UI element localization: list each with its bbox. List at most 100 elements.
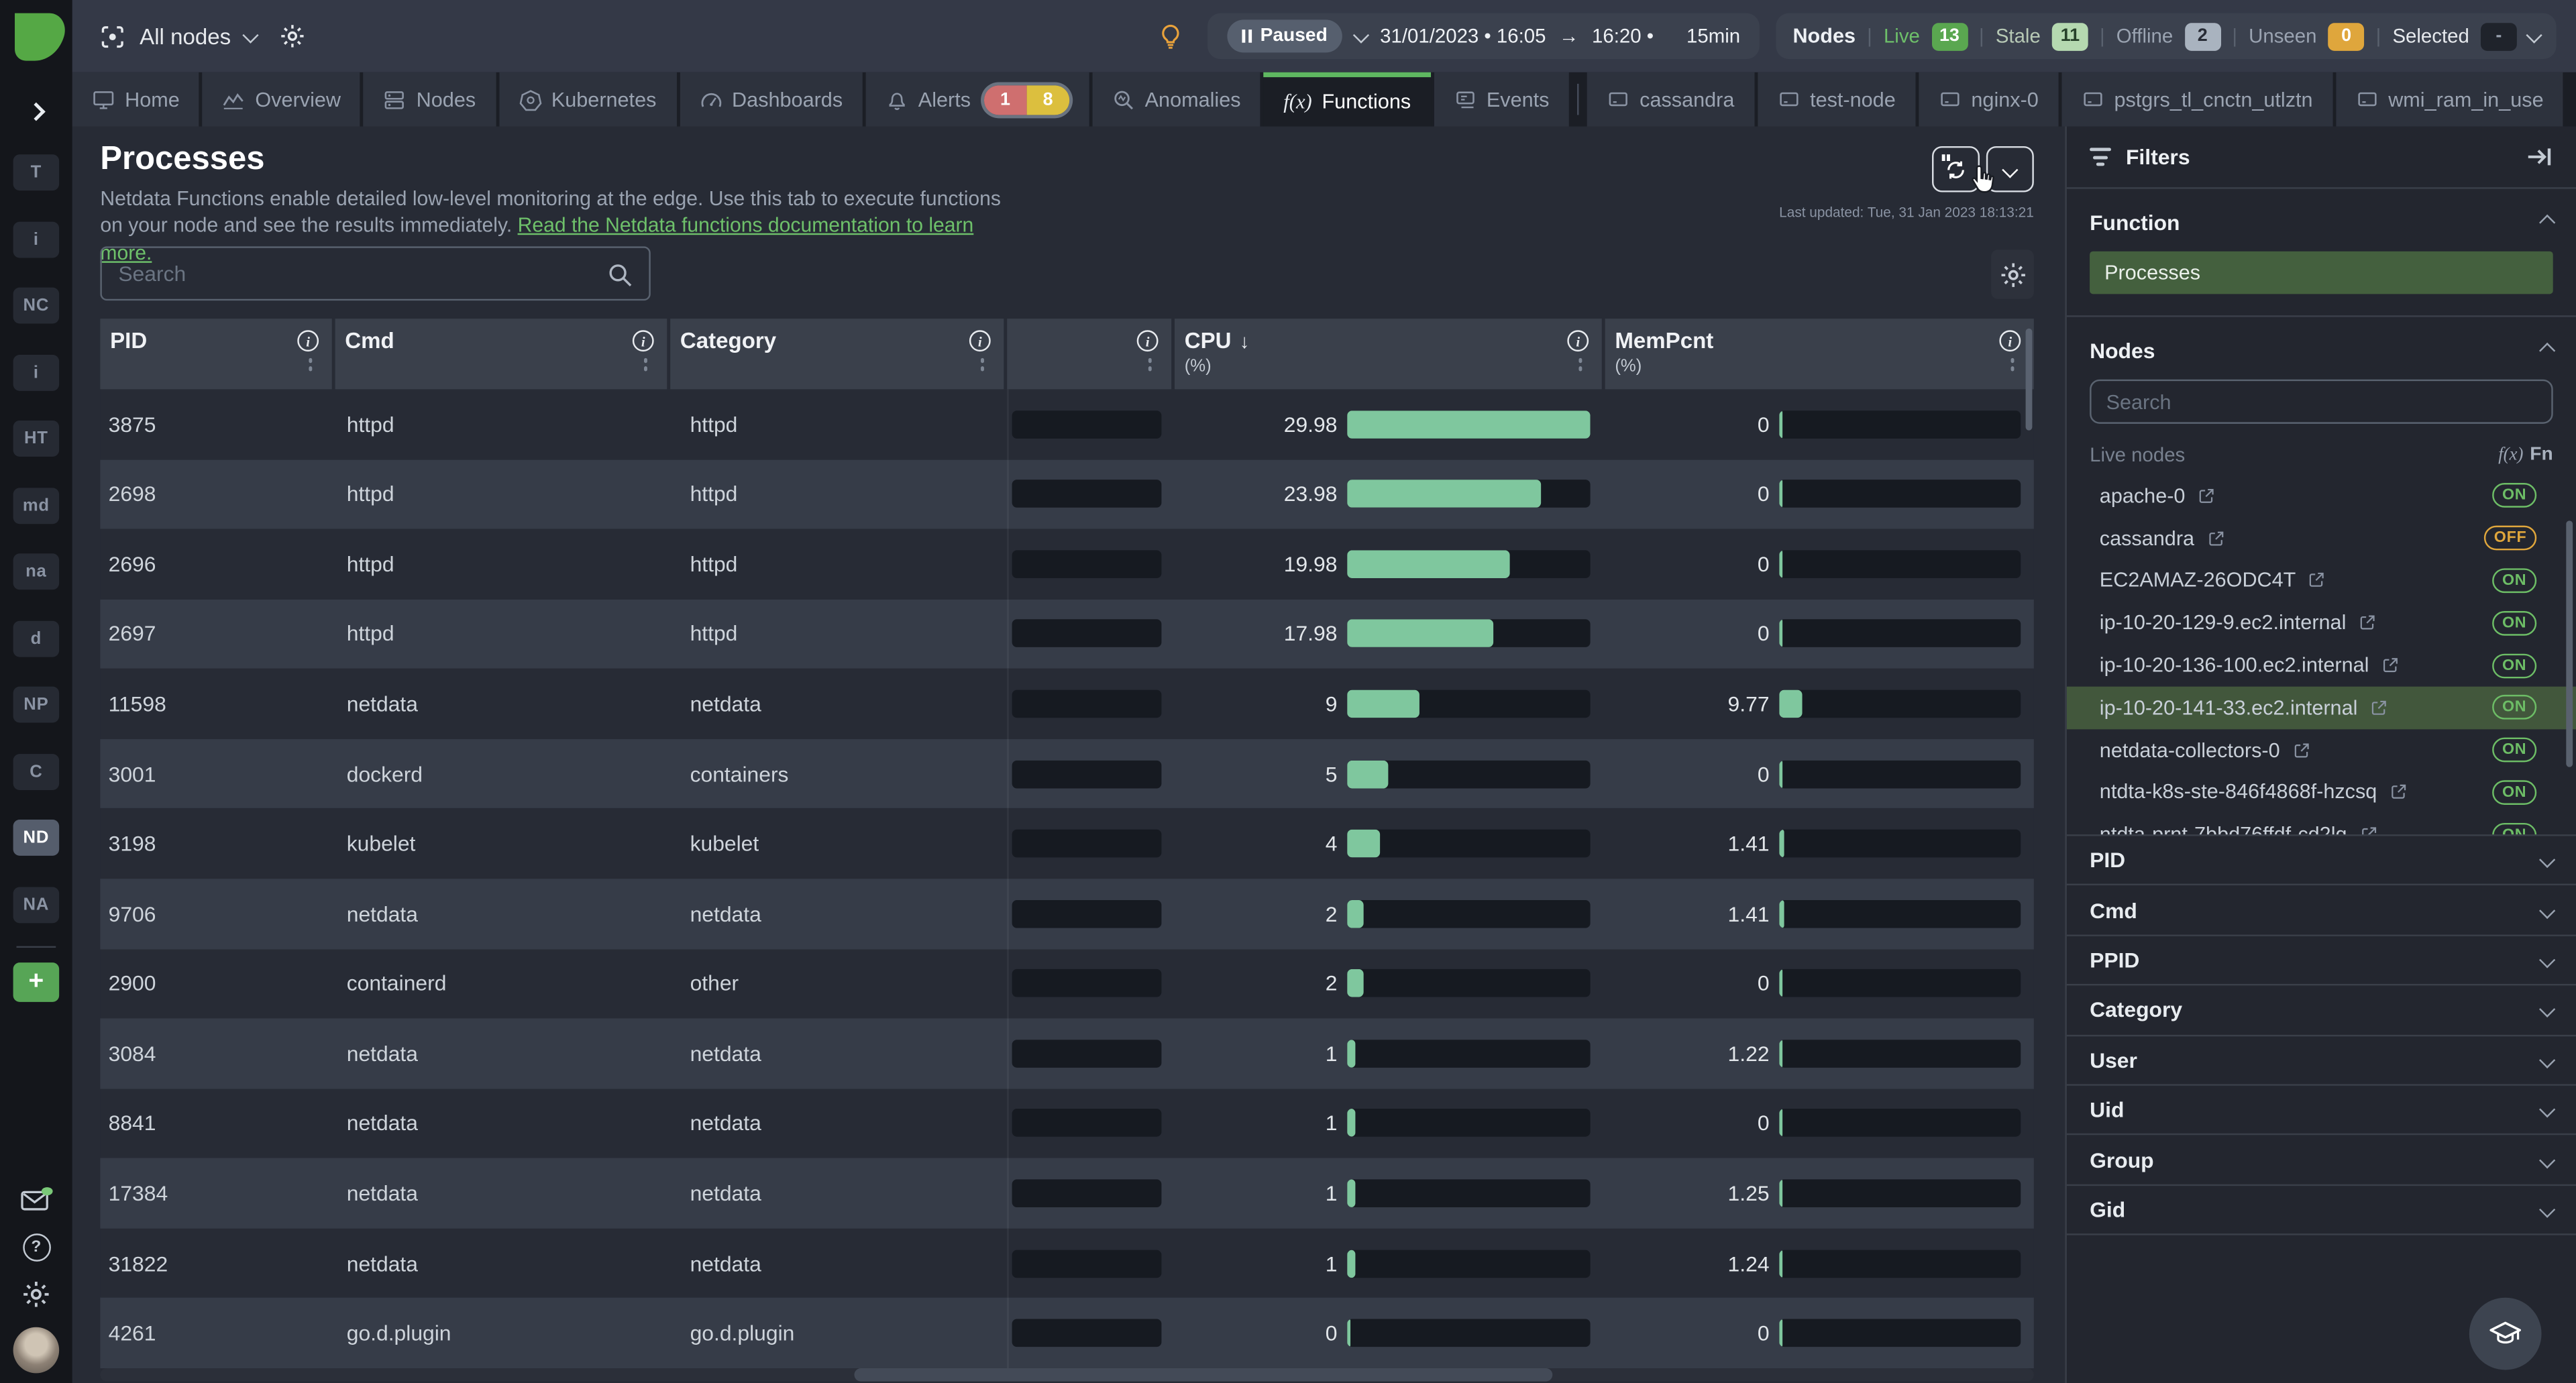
external-link-icon[interactable] bbox=[2206, 529, 2225, 548]
column-header-mempcnt[interactable]: MemPcnt (%) i bbox=[1605, 319, 2034, 389]
fn-state-pill[interactable]: ON bbox=[2492, 610, 2536, 635]
add-space-button[interactable]: + bbox=[13, 962, 60, 1001]
table-row[interactable]: 8841netdatanetdata10 bbox=[100, 1089, 2033, 1158]
node-filter-item[interactable]: ip-10-20-141-33.ec2.internalON bbox=[2067, 687, 2576, 729]
table-row[interactable]: 3001dockerdcontainers50 bbox=[100, 739, 2033, 809]
workspace-nc-2[interactable]: NC bbox=[13, 288, 60, 324]
table-row[interactable]: 2697httpdhttpd17.980 bbox=[100, 599, 2033, 669]
fn-state-pill[interactable]: ON bbox=[2492, 696, 2536, 720]
tab-pstgrs-tl-cnctn-utlztn[interactable]: pstgrs_tl_cnctn_utlztn bbox=[2061, 72, 2332, 127]
tab-alerts[interactable]: Alerts18 bbox=[865, 72, 1089, 127]
node-filter-item[interactable]: ntdta-k8s-ste-846f4868f-hzcsqON bbox=[2067, 771, 2576, 814]
external-link-icon[interactable] bbox=[2197, 486, 2216, 506]
user-avatar[interactable] bbox=[13, 1327, 60, 1374]
table-row[interactable]: 3198kubeletkubelet41.41 bbox=[100, 809, 2033, 879]
accordion-category[interactable]: Category bbox=[2067, 986, 2576, 1036]
workspace-i-1[interactable]: i bbox=[13, 221, 60, 257]
column-menu-icon[interactable] bbox=[1578, 358, 1582, 370]
column-header-pid[interactable]: PID i bbox=[100, 319, 335, 389]
column-header-clipped[interactable]: i bbox=[1007, 319, 1175, 389]
table-row[interactable]: 2900containerdother20 bbox=[100, 948, 2033, 1018]
sidebar-expand-icon[interactable] bbox=[30, 97, 43, 126]
info-icon[interactable]: i bbox=[297, 330, 319, 351]
table-row[interactable]: 2698httpdhttpd23.980 bbox=[100, 459, 2033, 529]
nodes-search-input[interactable] bbox=[2092, 381, 2552, 422]
accordion-gid[interactable]: Gid bbox=[2067, 1186, 2576, 1235]
table-row[interactable]: 3084netdatanetdata11.22 bbox=[100, 1019, 2033, 1089]
play-state-pill[interactable]: Paused bbox=[1228, 19, 1342, 52]
fn-state-pill[interactable]: ON bbox=[2492, 568, 2536, 593]
time-range-picker[interactable]: Paused 31/01/2023 • 16:05 → 16:20 • 15mi… bbox=[1208, 13, 1760, 60]
vertical-scrollbar[interactable] bbox=[2026, 329, 2033, 431]
column-menu-icon[interactable] bbox=[980, 358, 984, 370]
settings-gear-icon[interactable] bbox=[21, 1280, 51, 1309]
workspace-md-5[interactable]: md bbox=[13, 487, 60, 523]
fn-state-pill[interactable]: ON bbox=[2492, 653, 2536, 678]
table-row[interactable]: 31822netdatanetdata11.24 bbox=[100, 1228, 2033, 1298]
chevron-down-icon[interactable] bbox=[2526, 26, 2542, 42]
tab-nginx-0[interactable]: nginx-0 bbox=[1919, 72, 2058, 127]
accordion-pid[interactable]: PID bbox=[2067, 836, 2576, 886]
column-menu-icon[interactable] bbox=[1148, 358, 1152, 370]
accordion-user[interactable]: User bbox=[2067, 1036, 2576, 1085]
horizontal-scrollbar-thumb[interactable] bbox=[854, 1368, 1552, 1382]
column-menu-icon[interactable] bbox=[308, 358, 312, 370]
horizontal-scrollbar-track[interactable] bbox=[100, 1368, 2033, 1382]
nodes-summary[interactable]: Nodes | Live 13 | Stale 11 | Offline 2 |… bbox=[1776, 13, 2557, 60]
tab-nodes[interactable]: Nodes bbox=[364, 72, 495, 127]
tab-overview[interactable]: Overview bbox=[203, 72, 360, 127]
learn-button[interactable] bbox=[2469, 1298, 2542, 1370]
workspace-ht-4[interactable]: HT bbox=[13, 421, 60, 457]
workspace-t-0[interactable]: T bbox=[13, 154, 60, 190]
news-bulb-icon[interactable] bbox=[1157, 22, 1185, 50]
table-row[interactable]: 3875httpdhttpd29.980 bbox=[100, 389, 2033, 459]
help-icon[interactable]: ? bbox=[22, 1233, 50, 1262]
node-filter-item[interactable]: netdata-collectors-0ON bbox=[2067, 729, 2576, 771]
external-link-icon[interactable] bbox=[2358, 613, 2377, 632]
collapse-panel-icon[interactable] bbox=[2525, 143, 2553, 171]
node-list-scrollbar[interactable] bbox=[2566, 520, 2573, 767]
tab-kubernetes[interactable]: Kubernetes bbox=[498, 72, 676, 127]
external-link-icon[interactable] bbox=[2381, 655, 2400, 675]
external-link-icon[interactable] bbox=[2388, 783, 2408, 802]
nodes-section-header[interactable]: Nodes bbox=[2067, 317, 2576, 364]
fn-state-pill[interactable]: ON bbox=[2492, 484, 2536, 508]
external-link-icon[interactable] bbox=[2292, 740, 2311, 760]
table-row[interactable]: 9706netdatanetdata21.41 bbox=[100, 879, 2033, 948]
tab-events[interactable]: Events bbox=[1434, 72, 1569, 127]
tab-cassandra[interactable]: cassandra bbox=[1587, 72, 1754, 127]
feedback-icon[interactable] bbox=[19, 1184, 53, 1216]
tab-dashboards[interactable]: Dashboards bbox=[680, 72, 863, 127]
info-icon[interactable]: i bbox=[1999, 330, 2021, 351]
tab-wmi-ram-in-use[interactable]: wmi_ram_in_use bbox=[2336, 72, 2563, 127]
external-link-icon[interactable] bbox=[2369, 698, 2389, 718]
fn-state-pill[interactable]: ON bbox=[2492, 738, 2536, 763]
node-filter-item[interactable]: ip-10-20-136-100.ec2.internalON bbox=[2067, 644, 2576, 686]
node-filter-item[interactable]: ip-10-20-129-9.ec2.internalON bbox=[2067, 602, 2576, 644]
external-link-icon[interactable] bbox=[2308, 571, 2327, 590]
search-input[interactable] bbox=[102, 248, 649, 299]
column-menu-icon[interactable] bbox=[2010, 358, 2014, 370]
info-icon[interactable]: i bbox=[1567, 330, 1589, 351]
external-link-icon[interactable] bbox=[2359, 825, 2378, 834]
accordion-uid[interactable]: Uid bbox=[2067, 1086, 2576, 1136]
tab-functions[interactable]: f(x)Functions bbox=[1264, 72, 1431, 127]
info-icon[interactable]: i bbox=[633, 330, 654, 351]
node-filter-item[interactable]: EC2AMAZ-26ODC4TON bbox=[2067, 559, 2576, 602]
fn-state-pill[interactable]: ON bbox=[2492, 780, 2536, 805]
workspace-na-11[interactable]: NA bbox=[13, 886, 60, 922]
info-icon[interactable]: i bbox=[969, 330, 991, 351]
column-header-category[interactable]: Category i bbox=[670, 319, 1007, 389]
table-row[interactable]: 4261go.d.plugingo.d.plugin00 bbox=[100, 1298, 2033, 1368]
table-row[interactable]: 11598netdatanetdata99.77 bbox=[100, 669, 2033, 738]
refresh-options-button[interactable] bbox=[1986, 146, 2034, 192]
scope-gear-icon[interactable] bbox=[278, 23, 305, 49]
chevron-down-icon[interactable] bbox=[1353, 26, 1369, 42]
node-filter-item[interactable]: apache-0ON bbox=[2067, 475, 2576, 517]
table-row[interactable]: 17384netdatanetdata11.25 bbox=[100, 1158, 2033, 1228]
node-scope-selector[interactable]: All nodes bbox=[99, 22, 305, 50]
table-row[interactable]: 2696httpdhttpd19.980 bbox=[100, 529, 2033, 599]
column-header-cpu[interactable]: CPU↓ (%) i bbox=[1175, 319, 1605, 389]
workspace-np-8[interactable]: NP bbox=[13, 687, 60, 723]
column-settings-gear-icon[interactable] bbox=[1991, 250, 2034, 298]
